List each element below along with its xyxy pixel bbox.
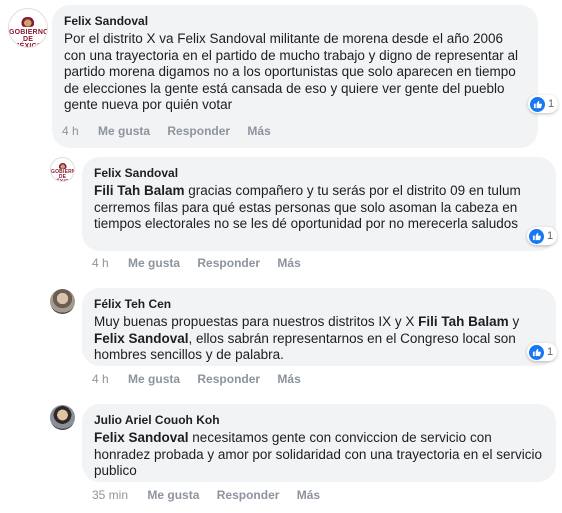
avatar[interactable]: [50, 405, 75, 430]
like-thumb-icon: [529, 344, 544, 360]
like-thumb-icon: [530, 96, 545, 112]
comment-text: Fili Tah Balam gracias compañero y tu se…: [94, 183, 521, 231]
reaction-count: 1: [547, 230, 554, 242]
comment-actions: 4 h Me gusta Responder Más: [92, 371, 315, 387]
comment-timestamp[interactable]: 4 h: [62, 124, 79, 138]
comment-author[interactable]: Félix Teh Cen: [94, 296, 544, 312]
comment-actions: 35 min Me gusta Responder Más: [92, 487, 334, 503]
mention-link[interactable]: Felix Sandoval: [94, 430, 189, 445]
mention-link[interactable]: Fili Tah Balam: [94, 183, 185, 198]
comment-actions: 4 h Me gusta Responder Más: [92, 255, 315, 271]
comment-author[interactable]: Felix Sandoval: [94, 165, 544, 181]
reaction-badge[interactable]: 1: [527, 227, 558, 245]
comment-text: Felix Sandoval necesitamos gente con con…: [94, 430, 543, 478]
comment-author[interactable]: Julio Ariel Couoh Koh: [94, 412, 544, 428]
reply-link[interactable]: Responder: [197, 372, 260, 386]
avatar[interactable]: GOBIERNO DE MÉXICO: [50, 157, 75, 182]
like-link[interactable]: Me gusta: [98, 124, 150, 138]
avatar-logo-text: GOBIERNO DE MÉXICO: [51, 168, 74, 182]
reply-link[interactable]: Responder: [167, 124, 230, 138]
reaction-badge[interactable]: 1: [528, 95, 559, 113]
comment-text: Muy buenas propuestas para nuestros dist…: [94, 314, 520, 362]
reaction-count: 1: [548, 98, 555, 110]
government-seal-icon: [19, 17, 37, 28]
more-link[interactable]: Más: [297, 488, 320, 502]
like-thumb-icon: [529, 228, 544, 244]
reaction-badge[interactable]: 1: [527, 343, 558, 361]
mention-link[interactable]: Fili Tah Balam: [418, 314, 509, 329]
comment-bubble: Julio Ariel Couoh Koh Felix Sandoval nec…: [82, 404, 556, 482]
comment-author[interactable]: Felix Sandoval: [64, 13, 526, 29]
comment-timestamp[interactable]: 4 h: [92, 256, 109, 270]
more-link[interactable]: Más: [247, 124, 270, 138]
mention-link[interactable]: Felix Sandoval: [94, 331, 189, 346]
comment-timestamp[interactable]: 4 h: [92, 372, 109, 386]
comment-bubble: Félix Teh Cen Muy buenas propuestas para…: [82, 288, 556, 366]
comment-text: Por el distrito X va Felix Sandoval mili…: [64, 31, 519, 112]
avatar[interactable]: [50, 289, 75, 314]
comment-actions: 4 h Me gusta Responder Más: [62, 123, 285, 139]
like-link[interactable]: Me gusta: [128, 256, 180, 270]
avatar[interactable]: GOBIERNO DE MÉXICO: [8, 8, 48, 48]
more-link[interactable]: Más: [277, 256, 300, 270]
more-link[interactable]: Más: [277, 372, 300, 386]
comment-timestamp[interactable]: 35 min: [92, 488, 128, 502]
avatar-logo-text: GOBIERNO DE MÉXICO: [9, 28, 48, 48]
like-link[interactable]: Me gusta: [128, 372, 180, 386]
reply-link[interactable]: Responder: [197, 256, 260, 270]
reaction-count: 1: [547, 346, 554, 358]
reply-link[interactable]: Responder: [217, 488, 280, 502]
comment-bubble: Felix Sandoval Fili Tah Balam gracias co…: [82, 157, 556, 251]
like-link[interactable]: Me gusta: [147, 488, 199, 502]
